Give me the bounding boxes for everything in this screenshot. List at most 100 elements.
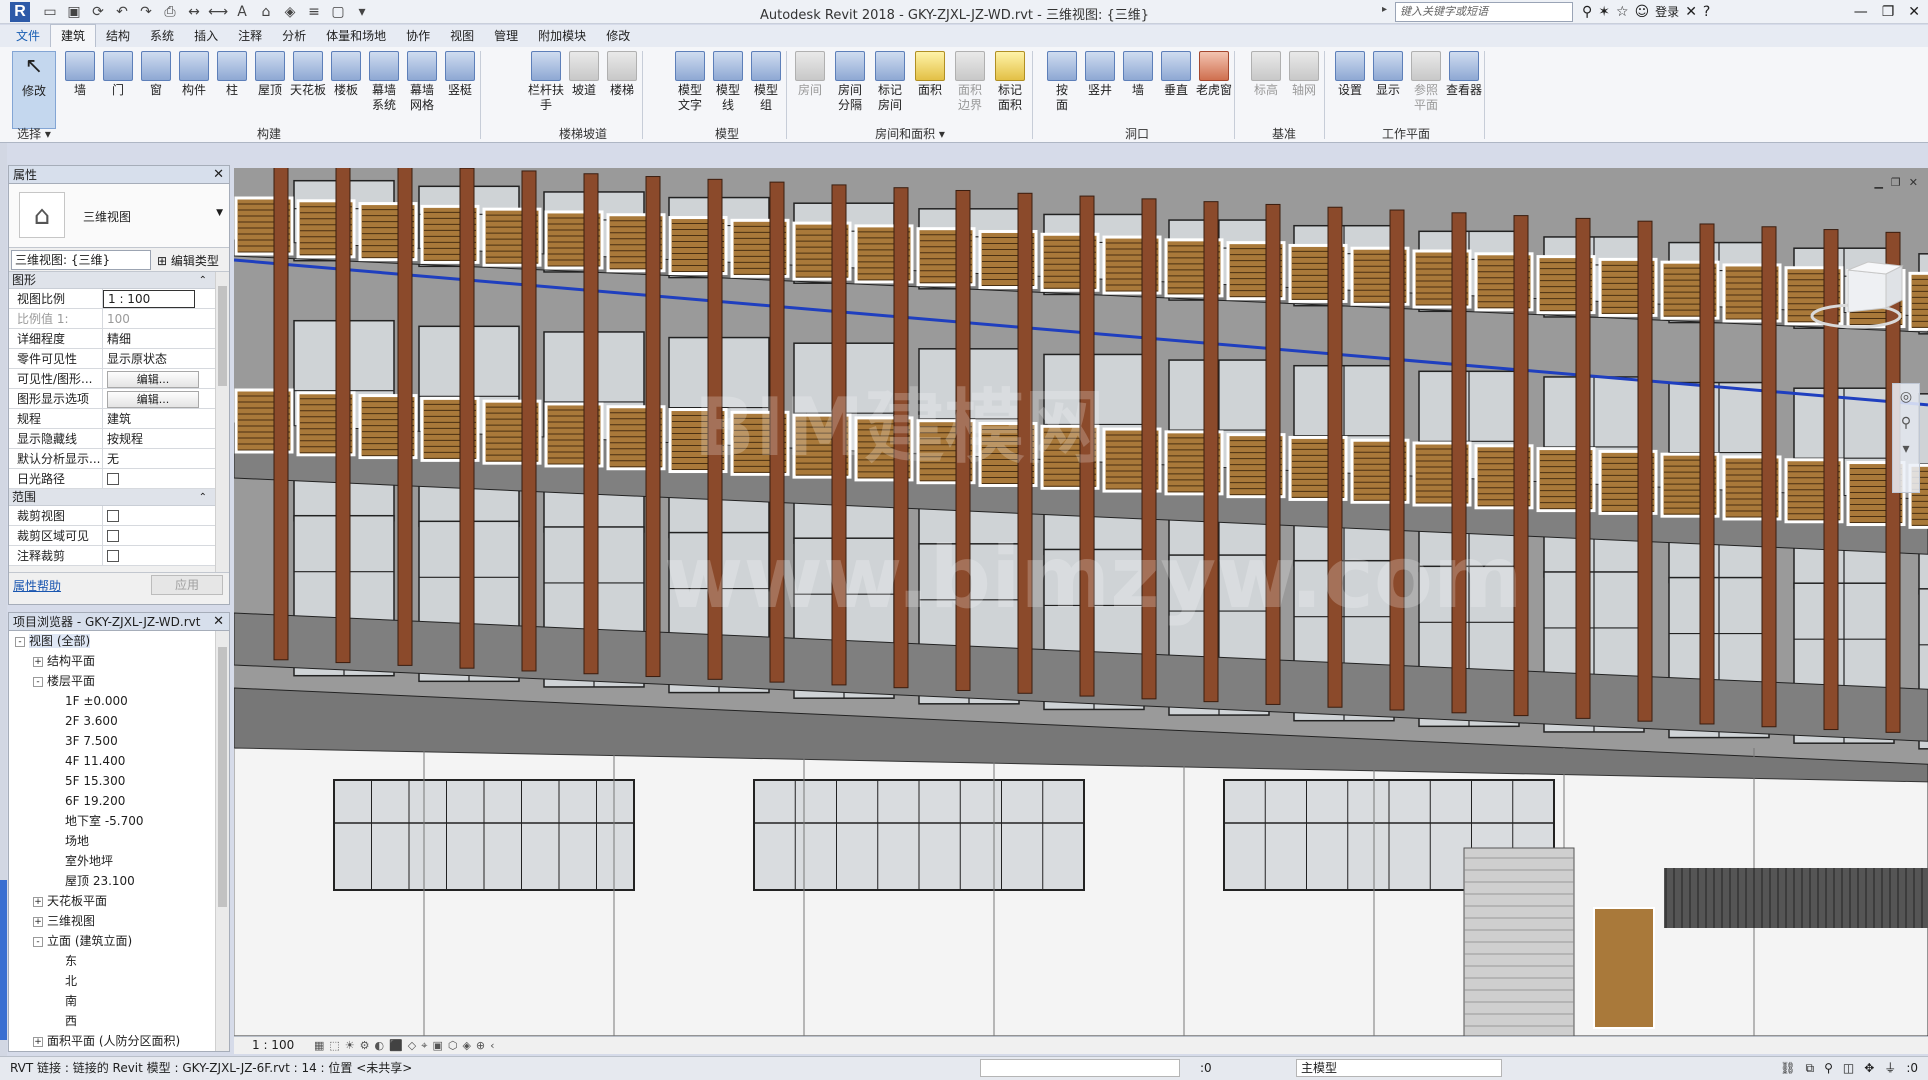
properties-help-link[interactable]: 属性帮助 bbox=[13, 577, 61, 594]
design-option-select[interactable]: 主模型 bbox=[1296, 1059, 1502, 1077]
viewcube-icon[interactable] bbox=[1808, 260, 1908, 332]
tab-7[interactable]: 体量和场地 bbox=[316, 25, 396, 47]
browser-node[interactable]: + 面积平面 (人防分区面积) bbox=[9, 1031, 229, 1051]
ribbon-tool-ribbon-room_tools-0[interactable]: 房间 bbox=[790, 51, 830, 98]
property-edit-button[interactable]: 编辑... bbox=[103, 369, 211, 388]
restore-icon[interactable]: ❐ bbox=[1891, 176, 1901, 189]
expand-icon[interactable]: + bbox=[33, 916, 43, 927]
property-edit-button[interactable]: 编辑... bbox=[103, 389, 211, 408]
revit-logo-icon[interactable]: R bbox=[10, 2, 30, 22]
tab-0[interactable]: 文件 bbox=[6, 25, 50, 47]
tab-2[interactable]: 结构 bbox=[96, 25, 140, 47]
ribbon-tool-ribbon-datum_tools-0[interactable]: 标高 bbox=[1246, 51, 1286, 98]
ribbon-tool-ribbon-model_tools-1[interactable]: 模型 线 bbox=[708, 51, 748, 113]
ribbon-tool-ribbon-room_tools-4[interactable]: 面积 边界 bbox=[950, 51, 990, 113]
save-icon[interactable]: ▣ bbox=[64, 3, 84, 21]
browser-node[interactable]: + 天花板平面 bbox=[9, 891, 229, 911]
browser-node[interactable]: + 结构平面 bbox=[9, 651, 229, 671]
property-value[interactable]: 无 bbox=[103, 449, 211, 468]
open-icon[interactable]: ▭ bbox=[40, 3, 60, 21]
search-expand-icon[interactable]: ▸ bbox=[1382, 4, 1387, 15]
exchange-icon[interactable]: ✕ bbox=[1685, 2, 1697, 22]
section-graphics[interactable]: 图形 ⌃ bbox=[9, 272, 229, 289]
browser-node[interactable]: 西 bbox=[9, 1011, 229, 1031]
checkbox[interactable] bbox=[107, 550, 119, 562]
ribbon-tool-ribbon-opening_tools-2[interactable]: 墙 bbox=[1118, 51, 1158, 98]
print-icon[interactable]: ⎙ bbox=[160, 3, 180, 21]
ribbon-tool-ribbon-stair_tools-2[interactable]: 楼梯 bbox=[602, 51, 642, 98]
property-value[interactable]: 显示原状态 bbox=[103, 349, 211, 368]
minimize-icon[interactable]: ▁ bbox=[1874, 176, 1882, 189]
steering-wheel-icon[interactable]: ◎ bbox=[1893, 384, 1919, 410]
binoculars-icon[interactable]: ⚲ bbox=[1582, 2, 1592, 22]
close-icon[interactable]: ✕ bbox=[213, 166, 224, 184]
switch-windows-icon[interactable]: ▢ bbox=[328, 3, 348, 21]
property-checkbox[interactable] bbox=[103, 469, 211, 488]
qat-dropdown-icon[interactable]: ▾ bbox=[352, 3, 372, 21]
tab-8[interactable]: 协作 bbox=[396, 25, 440, 47]
close-icon[interactable]: ✕ bbox=[1908, 0, 1920, 24]
expand-icon[interactable]: + bbox=[33, 1036, 43, 1047]
edit-button[interactable]: 编辑... bbox=[107, 371, 199, 388]
tab-9[interactable]: 视图 bbox=[440, 25, 484, 47]
property-value[interactable]: 精细 bbox=[103, 329, 211, 348]
browser-node[interactable]: 东 bbox=[9, 951, 229, 971]
close-icon[interactable]: ✕ bbox=[213, 613, 224, 631]
user-icon[interactable]: ☺ bbox=[1635, 2, 1650, 22]
browser-node[interactable]: 1F ±0.000 bbox=[9, 691, 229, 711]
ribbon-tool-ribbon-build_tools-7[interactable]: 楼板 bbox=[326, 51, 366, 98]
browser-node[interactable]: 屋顶 23.100 bbox=[9, 871, 229, 891]
dimension-icon[interactable]: ⟷ bbox=[208, 3, 228, 21]
browser-node[interactable]: 场地 bbox=[9, 831, 229, 851]
expand-icon[interactable]: + bbox=[33, 896, 43, 907]
properties-scrollbar[interactable] bbox=[215, 272, 229, 572]
ribbon-tool-ribbon-datum_tools-1[interactable]: 轴网 bbox=[1284, 51, 1324, 98]
collapse-icon[interactable]: ⌃ bbox=[199, 272, 207, 289]
property-checkbox[interactable] bbox=[103, 546, 211, 565]
tab-4[interactable]: 插入 bbox=[184, 25, 228, 47]
nav-dropdown-icon[interactable]: ▾ bbox=[1893, 436, 1919, 462]
property-value[interactable]: 1 : 100 bbox=[103, 290, 195, 308]
ribbon-tool-ribbon-build_tools-2[interactable]: 窗 bbox=[136, 51, 176, 98]
measure-icon[interactable]: ↔ bbox=[184, 3, 204, 21]
edit-type-button[interactable]: ⊞ 编辑类型 bbox=[157, 252, 219, 269]
tab-3[interactable]: 系统 bbox=[140, 25, 184, 47]
select-by-face-icon[interactable]: ◫ bbox=[1843, 1057, 1854, 1079]
browser-node[interactable]: 室外地坪 bbox=[9, 851, 229, 871]
ribbon-tool-ribbon-build_tools-6[interactable]: 天花板 bbox=[288, 51, 328, 98]
type-selector[interactable]: ⌂ 三维视图 ▼ bbox=[9, 184, 229, 248]
section-icon[interactable]: ◈ bbox=[280, 3, 300, 21]
view-scale[interactable]: 1 : 100 bbox=[252, 1037, 294, 1054]
ribbon-tool-ribbon-build_tools-10[interactable]: 竖梃 bbox=[440, 51, 480, 98]
ribbon-tool-ribbon-build_tools-3[interactable]: 构件 bbox=[174, 51, 214, 98]
expand-icon[interactable]: + bbox=[33, 656, 43, 667]
ribbon-tool-ribbon-build_tools-1[interactable]: 门 bbox=[98, 51, 138, 98]
property-checkbox[interactable] bbox=[103, 526, 211, 545]
close-icon[interactable]: ✕ bbox=[1909, 176, 1918, 189]
view-3d-icon[interactable]: ⌂ bbox=[256, 3, 276, 21]
ribbon-tool-ribbon-workplane_tools-1[interactable]: 显示 bbox=[1368, 51, 1408, 98]
ribbon-tool-ribbon-model_tools-0[interactable]: 模型 文字 bbox=[670, 51, 710, 113]
workset-select[interactable] bbox=[980, 1059, 1180, 1077]
ribbon-tool-ribbon-build_tools-9[interactable]: 幕墙 网格 bbox=[402, 51, 442, 113]
ribbon-tool-ribbon-room_tools-3[interactable]: 面积 bbox=[910, 51, 950, 98]
checkbox[interactable] bbox=[107, 510, 119, 522]
ribbon-tool-ribbon-build_tools-8[interactable]: 幕墙 系统 bbox=[364, 51, 404, 113]
select-pinned-icon[interactable]: ⚲ bbox=[1824, 1057, 1833, 1079]
select-dropdown[interactable]: 选择 ▾ bbox=[12, 125, 56, 142]
filter-icon[interactable]: ⏚ bbox=[1884, 1057, 1896, 1079]
ribbon-tool-ribbon-opening_tools-1[interactable]: 竖井 bbox=[1080, 51, 1120, 98]
ribbon-tool-ribbon-room_tools-5[interactable]: 标记 面积 bbox=[990, 51, 1030, 113]
ribbon-tool-ribbon-room_tools-1[interactable]: 房间 分隔 bbox=[830, 51, 870, 113]
property-value[interactable]: 建筑 bbox=[103, 409, 211, 428]
browser-node[interactable]: - 视图 (全部) bbox=[9, 631, 229, 651]
ribbon-tool-ribbon-workplane_tools-0[interactable]: 设置 bbox=[1330, 51, 1370, 98]
ribbon-tool-ribbon-build_tools-4[interactable]: 柱 bbox=[212, 51, 252, 98]
browser-node[interactable]: + 三维视图 bbox=[9, 911, 229, 931]
apply-button[interactable]: 应用 bbox=[151, 575, 223, 595]
tab-11[interactable]: 附加模块 bbox=[528, 25, 596, 47]
tab-1[interactable]: 建筑 bbox=[50, 24, 97, 47]
subscription-icon[interactable]: ✶ bbox=[1598, 2, 1610, 22]
minimize-icon[interactable]: — bbox=[1854, 0, 1868, 24]
undo-icon[interactable]: ↶ bbox=[112, 3, 132, 21]
